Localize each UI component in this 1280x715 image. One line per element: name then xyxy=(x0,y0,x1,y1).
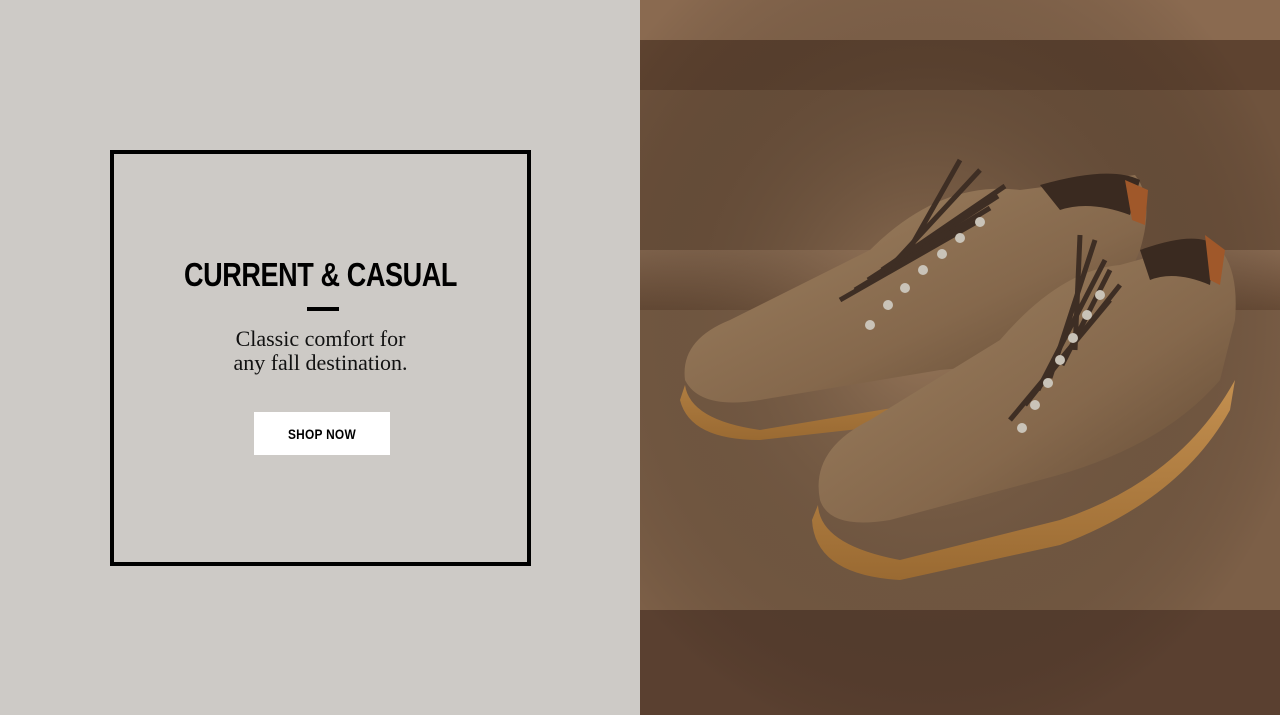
promo-frame: CURRENT & CASUAL Classic comfort for any… xyxy=(110,150,531,566)
shoes-photo xyxy=(640,0,1280,715)
hero-image xyxy=(640,0,1280,715)
promo-panel: CURRENT & CASUAL Classic comfort for any… xyxy=(0,0,640,715)
title-divider xyxy=(307,307,339,311)
subtitle-line-1: Classic comfort for xyxy=(235,326,406,351)
shop-now-label: SHOP NOW xyxy=(288,425,356,442)
shop-now-button[interactable]: SHOP NOW xyxy=(254,412,390,455)
subtitle-line-2: any fall destination. xyxy=(233,350,408,375)
promo-subtitle: Classic comfort for any fall destination… xyxy=(114,327,527,375)
promo-title: CURRENT & CASUAL xyxy=(183,256,458,293)
